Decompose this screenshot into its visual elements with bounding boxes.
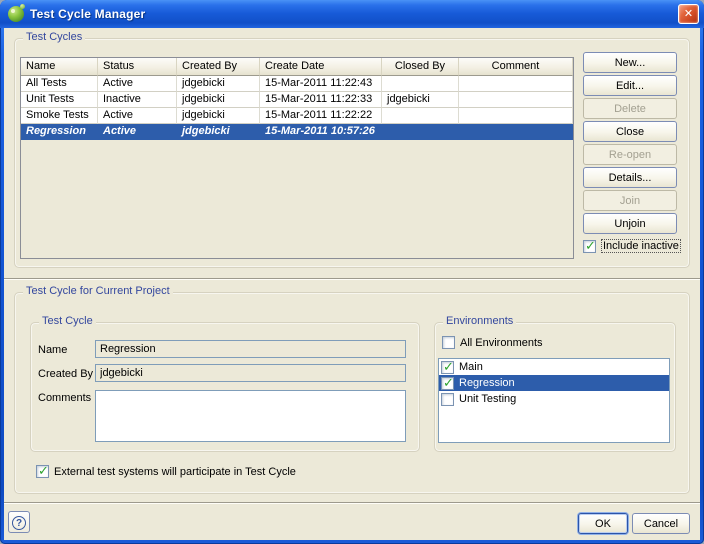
table-row-selected[interactable]: Regression Active jdgebicki 15-Mar-2011 … — [21, 124, 573, 140]
cell-create-date: 15-Mar-2011 11:22:43 — [260, 76, 382, 92]
section-separator — [4, 278, 700, 280]
test-cycles-group-label: Test Cycles — [23, 31, 85, 43]
column-header-status[interactable]: Status — [98, 58, 177, 76]
external-systems-label[interactable]: External test systems will participate i… — [54, 466, 296, 478]
environment-label: Regression — [459, 377, 515, 389]
cancel-button[interactable]: Cancel — [632, 513, 690, 534]
details-button[interactable]: Details... — [583, 167, 677, 188]
close-button[interactable]: Close — [583, 121, 677, 142]
cell-comment — [459, 108, 573, 124]
external-systems-checkbox[interactable]: External test systems will participate i… — [36, 465, 296, 478]
cell-name: All Tests — [21, 76, 98, 92]
environment-label: Main — [459, 361, 483, 373]
environments-group-label: Environments — [443, 315, 516, 327]
column-header-closed-by[interactable]: Closed By — [382, 58, 459, 76]
app-icon — [8, 6, 24, 22]
cell-comment — [459, 92, 573, 108]
action-button-column: New... Edit... Delete Close Re-open Deta… — [583, 52, 677, 234]
unjoin-button[interactable]: Unjoin — [583, 213, 677, 234]
comments-field[interactable] — [95, 390, 406, 442]
table-header: Name Status Created By Create Date Close… — [21, 58, 573, 76]
checkbox-icon[interactable] — [36, 465, 49, 478]
title-bar[interactable]: Test Cycle Manager ✕ — [0, 0, 704, 28]
delete-button[interactable]: Delete — [583, 98, 677, 119]
checkbox-icon[interactable] — [442, 336, 455, 349]
cell-create-date: 15-Mar-2011 11:22:22 — [260, 108, 382, 124]
name-field[interactable] — [95, 340, 406, 358]
checkbox-icon[interactable] — [441, 361, 454, 374]
test-cycles-table: Name Status Created By Create Date Close… — [20, 57, 574, 259]
cell-status: Inactive — [98, 92, 177, 108]
column-header-created-by[interactable]: Created By — [177, 58, 260, 76]
comments-label: Comments — [38, 392, 91, 404]
reopen-button[interactable]: Re-open — [583, 144, 677, 165]
environment-item[interactable]: Main — [439, 359, 669, 375]
cell-comment — [459, 124, 573, 140]
checkbox-icon[interactable] — [441, 393, 454, 406]
footer-separator — [4, 502, 700, 504]
all-environments-checkbox[interactable]: All Environments — [442, 336, 543, 349]
ok-button[interactable]: OK — [578, 513, 628, 534]
current-project-group-label: Test Cycle for Current Project — [23, 285, 173, 297]
environments-list: Main Regression Unit Testing — [438, 358, 670, 443]
table-row[interactable]: Unit Tests Inactive jdgebicki 15-Mar-201… — [21, 92, 573, 108]
cell-closed-by — [382, 76, 459, 92]
environment-label: Unit Testing — [459, 393, 516, 405]
cell-create-date: 15-Mar-2011 11:22:33 — [260, 92, 382, 108]
window-title: Test Cycle Manager — [30, 7, 145, 21]
cell-name: Unit Tests — [21, 92, 98, 108]
cell-created-by: jdgebicki — [177, 92, 260, 108]
column-header-create-date[interactable]: Create Date — [260, 58, 382, 76]
environment-item[interactable]: Unit Testing — [439, 391, 669, 407]
cell-status: Active — [98, 124, 177, 140]
help-icon: ? — [12, 516, 26, 530]
environment-item-selected[interactable]: Regression — [439, 375, 669, 391]
edit-button[interactable]: Edit... — [583, 75, 677, 96]
table-row[interactable]: Smoke Tests Active jdgebicki 15-Mar-2011… — [21, 108, 573, 124]
cell-name: Regression — [21, 124, 98, 140]
dialog-body: Test Cycles Name Status Created By Creat… — [4, 28, 700, 540]
cell-status: Active — [98, 76, 177, 92]
include-inactive-label[interactable]: Include inactive — [601, 239, 681, 253]
column-header-comment[interactable]: Comment — [459, 58, 573, 76]
cell-name: Smoke Tests — [21, 108, 98, 124]
table-row[interactable]: All Tests Active jdgebicki 15-Mar-2011 1… — [21, 76, 573, 92]
cell-comment — [459, 76, 573, 92]
cell-closed-by — [382, 108, 459, 124]
cell-create-date: 15-Mar-2011 10:57:26 — [260, 124, 382, 140]
cell-closed-by — [382, 124, 459, 140]
join-button[interactable]: Join — [583, 190, 677, 211]
all-environments-label[interactable]: All Environments — [460, 337, 543, 349]
created-by-field[interactable] — [95, 364, 406, 382]
include-inactive-checkbox[interactable]: Include inactive — [583, 239, 681, 253]
checkbox-icon[interactable] — [441, 377, 454, 390]
cell-created-by: jdgebicki — [177, 124, 260, 140]
column-header-name[interactable]: Name — [21, 58, 98, 76]
cell-created-by: jdgebicki — [177, 76, 260, 92]
cell-created-by: jdgebicki — [177, 108, 260, 124]
created-by-label: Created By — [38, 368, 93, 380]
cell-status: Active — [98, 108, 177, 124]
checkbox-icon[interactable] — [583, 240, 596, 253]
test-cycle-manager-dialog: Test Cycle Manager ✕ Test Cycles Name St… — [0, 0, 704, 544]
cell-closed-by: jdgebicki — [382, 92, 459, 108]
name-label: Name — [38, 344, 67, 356]
new-button[interactable]: New... — [583, 52, 677, 73]
test-cycle-subgroup-label: Test Cycle — [39, 315, 96, 327]
help-button[interactable]: ? — [8, 511, 30, 533]
close-icon[interactable]: ✕ — [678, 4, 699, 24]
